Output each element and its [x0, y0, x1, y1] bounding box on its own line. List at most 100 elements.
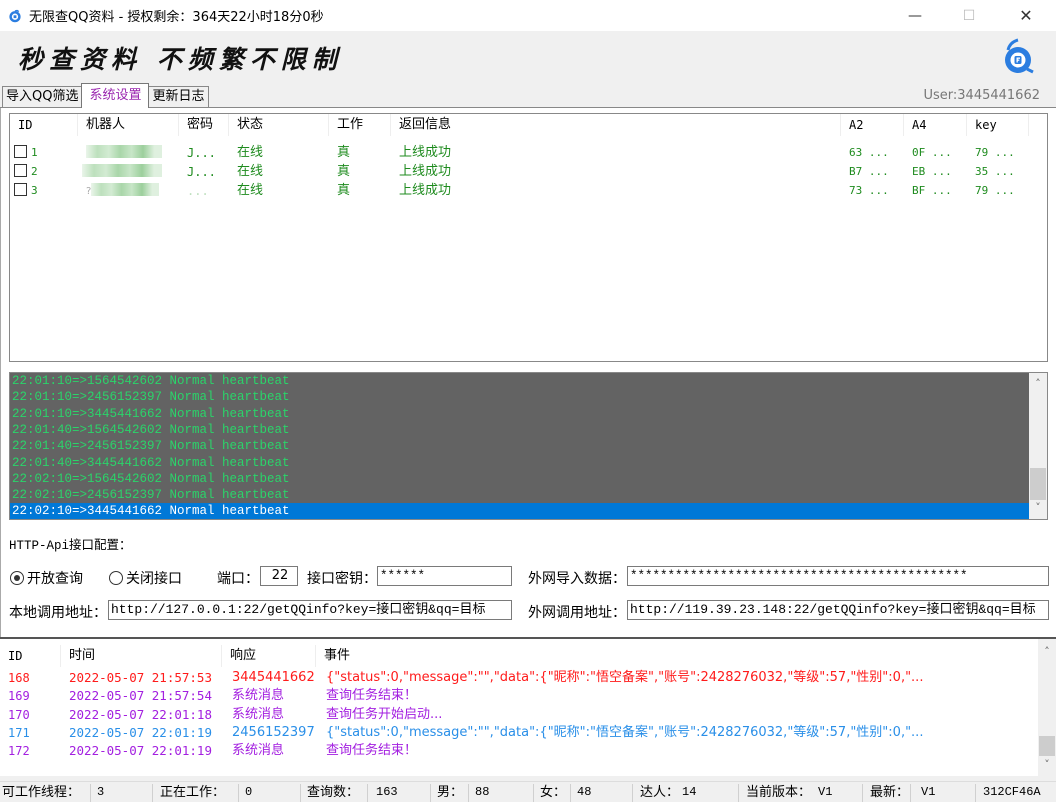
log-line[interactable]: 22:01:10=>3445441662 Normal heartbeat [10, 406, 1030, 422]
latest-value: V1 [921, 785, 936, 799]
event-scrollbar[interactable]: ˄ ˅ [1038, 639, 1056, 776]
event-row[interactable]: 172 2022-05-07 22:01:19 系统消息 查询任务结束！ [0, 742, 1036, 760]
robot-row[interactable]: 3 ? ... 在线 真 上线成功 73 ... BF ... 79 ... [10, 183, 1047, 199]
robot-checkbox[interactable] [14, 164, 27, 177]
col-work[interactable]: 工作 [329, 114, 391, 136]
maximize-button[interactable]: ☐ [946, 0, 992, 31]
male-label: 男： [437, 785, 464, 800]
robot-checkbox[interactable] [14, 183, 27, 196]
remote-url-label: 外网调用地址： [528, 605, 626, 621]
log-line[interactable]: 22:01:40=>1564542602 Normal heartbeat [10, 422, 1030, 438]
log-scrollbar[interactable]: ˄ ˅ [1029, 373, 1047, 519]
scroll-down-icon[interactable]: ˅ [1029, 499, 1047, 517]
scroll-up-icon[interactable]: ˄ [1029, 375, 1047, 393]
api-key-input[interactable]: ****** [377, 566, 512, 586]
col-id[interactable]: ID [10, 114, 78, 136]
import-data-input[interactable]: ****************************************… [627, 566, 1049, 586]
event-time: 2022-05-07 22:01:18 [69, 706, 212, 722]
remote-url-input[interactable]: http://119.39.23.148:22/getQQinfo?key=接口… [627, 600, 1049, 620]
log-line[interactable]: 22:01:10=>1564542602 Normal heartbeat [10, 373, 1030, 389]
robot-id: 3 [31, 184, 38, 197]
event-table[interactable]: ID 时间 响应 事件 168 2022-05-07 21:57:53 344544… [0, 639, 1056, 776]
event-row[interactable]: 168 2022-05-07 21:57:53 3445441662 {"status… [0, 669, 1036, 687]
robot-info: 上线成功 [399, 145, 452, 160]
robot-a2: 73 ... [849, 184, 889, 197]
close-button[interactable]: ✕ [1003, 0, 1049, 31]
robot-row[interactable]: 1 J... 在线 真 上线成功 63 ... 0F ... 79 ... [10, 145, 1047, 161]
robot-table[interactable]: ID 机器人 密码 状态 工作 返回信息 A2 A4 key 1 J... 在线… [9, 113, 1048, 362]
event-scroll-thumb[interactable] [1039, 736, 1055, 756]
event-text: {"status":0,"message":"","data":{"昵称":"悟… [326, 670, 924, 685]
latest-label: 最新： [870, 785, 910, 800]
minimize-button[interactable]: — [892, 0, 938, 31]
event-row[interactable]: 171 2022-05-07 22:01:19 2456152397 {"status… [0, 724, 1036, 742]
local-url-input[interactable]: http://127.0.0.1:22/getQQinfo?key=接口密钥&q… [108, 600, 512, 620]
female-value: 48 [577, 785, 592, 799]
status-separator [152, 784, 153, 802]
log-line[interactable]: 22:02:10=>2456152397 Normal heartbeat [10, 487, 1030, 503]
status-separator [430, 784, 431, 802]
col-status[interactable]: 状态 [229, 114, 329, 136]
robot-row[interactable]: 2 J... 在线 真 上线成功 B7 ... EB ... 35 ... [10, 164, 1047, 180]
status-separator [90, 784, 91, 802]
event-time: 2022-05-07 21:57:54 [69, 688, 212, 704]
close-icon: ✕ [1019, 6, 1033, 25]
event-id: 170 [8, 707, 30, 722]
log-line[interactable]: 22:01:10=>2456152397 Normal heartbeat [10, 389, 1030, 405]
status-separator [975, 784, 976, 802]
col-return-info[interactable]: 返回信息 [391, 114, 841, 136]
robot-a4: 0F ... [912, 146, 952, 159]
event-row[interactable]: 169 2022-05-07 21:57:54 系统消息 查询任务结束！ [0, 687, 1036, 705]
radio-open-query[interactable]: 开放查询 [10, 568, 83, 588]
status-bar: 可工作线程： 3 正在工作： 0 查询数： 163 男： 88 女： 48 达人… [0, 781, 1056, 802]
status-separator [862, 784, 863, 802]
col-event-id[interactable]: ID [0, 645, 61, 667]
robot-a4: BF ... [912, 184, 952, 197]
working-label: 正在工作： [160, 785, 226, 800]
robot-password: J... [187, 146, 216, 160]
port-label: 端口： [217, 571, 259, 587]
male-value: 88 [475, 785, 490, 799]
queries-value: 163 [376, 785, 398, 799]
robot-checkbox[interactable] [14, 145, 27, 158]
log-scroll-thumb[interactable] [1030, 468, 1046, 500]
col-a4[interactable]: A4 [904, 114, 967, 136]
tab-import-qq-filter[interactable]: 导入QQ筛选 [2, 86, 83, 108]
brand-logo-icon [1005, 38, 1034, 74]
status-separator [238, 784, 239, 802]
tab-system-settings[interactable]: 系统设置 [81, 83, 150, 108]
event-response: 系统消息 [232, 688, 285, 704]
scroll-up-icon[interactable]: ˄ [1038, 643, 1056, 661]
event-id: 168 [8, 671, 30, 685]
log-line[interactable]: 22:02:10=>1564542602 Normal heartbeat [10, 471, 1030, 487]
col-key[interactable]: key [967, 114, 1029, 136]
col-event-response[interactable]: 响应 [222, 645, 316, 667]
col-robot[interactable]: 机器人 [78, 114, 179, 136]
robot-key: 35 ... [975, 165, 1015, 178]
tab-update-log[interactable]: 更新日志 [148, 86, 209, 108]
col-event-time[interactable]: 时间 [61, 645, 222, 667]
log-line[interactable]: 22:01:40=>3445441662 Normal heartbeat [10, 455, 1030, 471]
event-response: 2456152397 [232, 724, 315, 740]
col-password[interactable]: 密码 [179, 114, 229, 136]
robot-table-header: ID 机器人 密码 状态 工作 返回信息 A2 A4 key [10, 114, 1047, 138]
event-row[interactable]: 170 2022-05-07 22:01:18 系统消息 查询任务开始启动... [0, 706, 1036, 724]
scroll-down-icon[interactable]: ˅ [1038, 756, 1056, 774]
log-line-selected[interactable]: 22:02:10=>3445441662 Normal heartbeat [10, 503, 1030, 519]
log-line[interactable]: 22:01:40=>2456152397 Normal heartbeat [10, 438, 1030, 454]
port-input[interactable]: 22 [260, 566, 298, 586]
robot-key: 79 ... [975, 184, 1015, 197]
status-separator [300, 784, 301, 802]
local-url-label: 本地调用地址： [9, 605, 107, 621]
status-separator [738, 784, 739, 802]
working-value: 0 [245, 785, 253, 799]
radio-close-api[interactable]: 关闭接口 [109, 568, 182, 588]
col-a2[interactable]: A2 [841, 114, 904, 136]
col-event[interactable]: 事件 [316, 645, 1016, 667]
heartbeat-log-list[interactable]: 22:01:10=>1564542602 Normal heartbeat 22… [9, 372, 1048, 520]
api-key-label: 接口密钥： [307, 571, 377, 587]
window-title: 无限查QQ资料 - 授权剩余：364天22小时18分0秒 [29, 10, 324, 25]
robot-account-redacted [82, 164, 162, 177]
event-time: 2022-05-07 22:01:19 [69, 724, 212, 740]
status-separator [533, 784, 534, 802]
